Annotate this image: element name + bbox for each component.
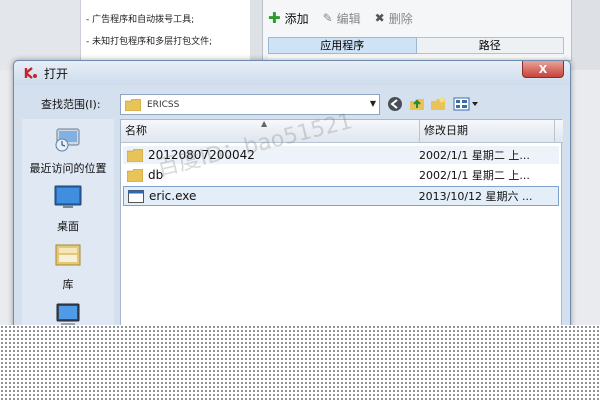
- background-text-line: - 广告程序和自动拨号工具;: [86, 15, 195, 25]
- place-label: 最近访问的位置: [29, 162, 107, 175]
- delete-label: 删除: [388, 11, 413, 26]
- look-in-label: 查找范围(I):: [41, 98, 101, 111]
- folder-icon: [127, 148, 143, 162]
- file-modified: 2002/1/1 星期二 上...: [419, 149, 530, 162]
- column-modified[interactable]: 修改日期: [420, 120, 555, 143]
- place-label: 库: [62, 278, 74, 291]
- column-name-label: 名称: [125, 124, 147, 137]
- new-folder-icon: [431, 97, 445, 110]
- delete-button[interactable]: ✖ 删除: [375, 10, 413, 27]
- folder-icon: [127, 168, 143, 182]
- app-icon: [24, 67, 37, 79]
- back-arrow-icon: [388, 97, 402, 111]
- column-path[interactable]: 路径: [416, 37, 564, 54]
- cross-icon: ✖: [374, 11, 385, 25]
- close-button[interactable]: X: [522, 61, 564, 78]
- column-modified-label: 修改日期: [424, 124, 468, 137]
- recent-places-icon: [55, 128, 80, 152]
- desktop-icon: [54, 185, 82, 208]
- edit-label: 编辑: [336, 11, 361, 26]
- dialog-titlebar[interactable]: 打开 X: [14, 61, 570, 85]
- background-text-line: - 未知打包程序和多层打包文件;: [86, 37, 213, 47]
- file-modified: 2002/1/1 星期二 上...: [419, 169, 530, 182]
- add-label: 添加: [284, 11, 309, 26]
- plus-icon: ✚: [268, 9, 281, 27]
- libraries-icon: [55, 244, 81, 266]
- background-toolbar: ✚ 添加 ✎ 编辑 ✖ 删除: [268, 8, 413, 28]
- column-more[interactable]: [555, 120, 563, 143]
- file-row-selected[interactable]: eric.exe 2013/10/12 星期六 ...: [123, 186, 559, 206]
- view-menu-icon: [453, 97, 478, 111]
- edit-button[interactable]: ✎ 编辑: [323, 10, 361, 27]
- place-desktop[interactable]: 桌面: [22, 183, 114, 234]
- new-folder-button[interactable]: [429, 95, 447, 113]
- up-folder-button[interactable]: [408, 95, 426, 113]
- place-recent[interactable]: 最近访问的位置: [22, 125, 114, 176]
- column-application[interactable]: 应用程序: [268, 37, 417, 54]
- chevron-down-icon[interactable]: ▼: [370, 99, 376, 108]
- back-button[interactable]: [386, 95, 404, 113]
- dotted-overlay: [0, 325, 600, 400]
- place-libraries[interactable]: 库: [22, 241, 114, 292]
- close-icon: X: [538, 62, 548, 76]
- folder-icon: [125, 98, 141, 111]
- file-modified: 2013/10/12 星期六 ...: [418, 190, 533, 203]
- add-button[interactable]: ✚ 添加: [268, 9, 309, 27]
- background-table-header: 应用程序 路径: [268, 37, 564, 54]
- open-dialog: 打开 X 查找范围(I): ERICSS ▼ 最近访问的位置 桌面 库 ▲ 名称…: [13, 60, 571, 338]
- dialog-title: 打开: [44, 67, 69, 81]
- view-menu-button[interactable]: [452, 95, 480, 113]
- file-name: eric.exe: [149, 189, 197, 203]
- up-folder-icon: [410, 99, 424, 110]
- look-in-value: ERICSS: [147, 99, 180, 110]
- executable-icon: [128, 189, 144, 203]
- places-bar: 最近访问的位置 桌面 库: [22, 119, 114, 336]
- pencil-icon: ✎: [322, 11, 333, 25]
- place-label: 桌面: [57, 220, 79, 233]
